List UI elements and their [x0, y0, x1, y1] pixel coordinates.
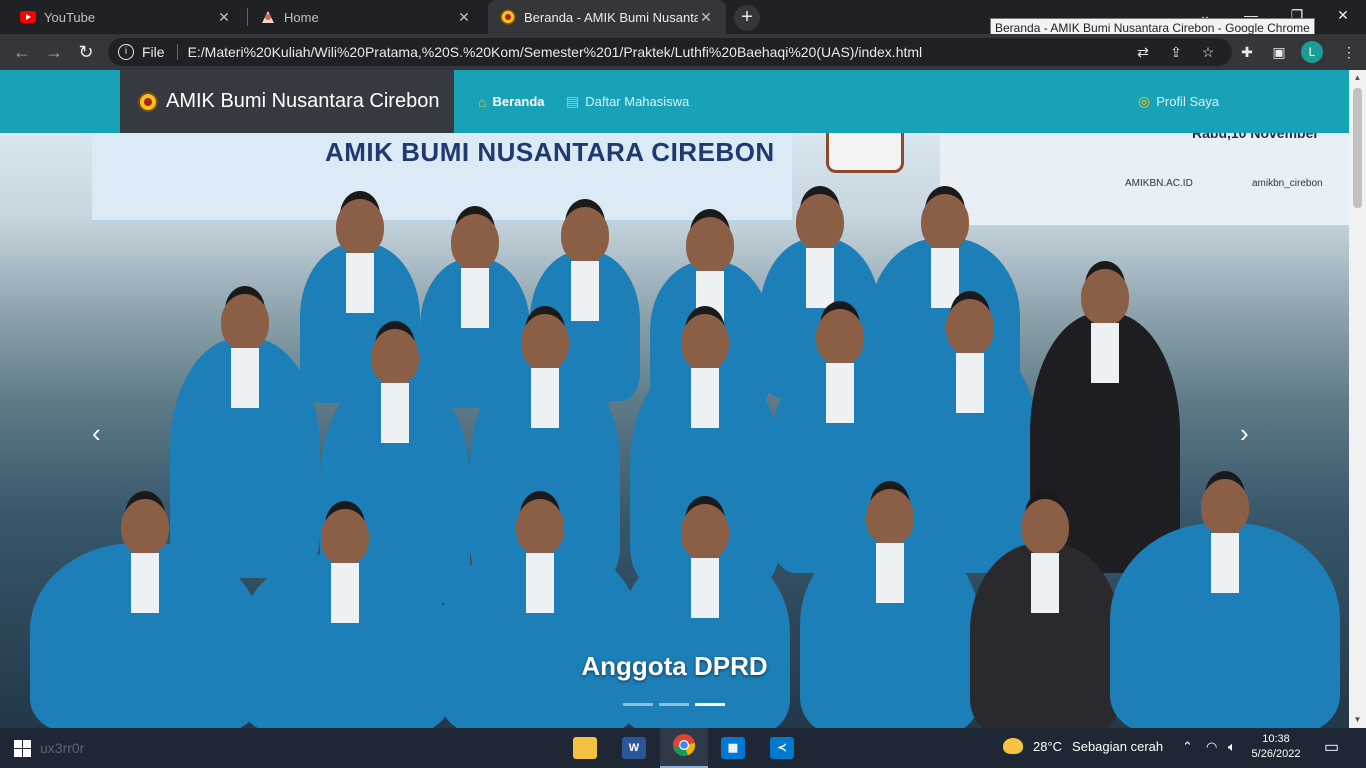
group-photo: AMIK BUMI NUSANTARA CIREBON Rabu,10 Nove… — [0, 133, 1349, 728]
menu-dots-icon[interactable]: ⋮ — [1340, 43, 1358, 61]
chevron-up-icon[interactable]: ⌃ — [1182, 739, 1193, 755]
amik-favicon — [500, 9, 516, 25]
site-brand[interactable]: AMIK Bumi Nusantara Cirebon — [120, 70, 454, 133]
info-icon[interactable]: i — [118, 44, 134, 60]
profile-avatar[interactable]: L — [1301, 41, 1323, 63]
photo-banner-right: Rabu,10 November AMIKBN.AC.ID amikbn_cir… — [940, 133, 1349, 225]
carousel-indicators — [623, 703, 725, 706]
carousel-indicator[interactable] — [659, 703, 689, 706]
nav-daftar-mahasiswa[interactable]: ▤ Daftar Mahasiswa — [566, 70, 689, 133]
volume-icon[interactable]: 🔈︎ — [1228, 739, 1236, 755]
tab-strip: YouTube ✕ Home ✕ Beranda - AMIK Bumi Nus… — [0, 0, 1366, 38]
side-panel-icon[interactable]: ▣ — [1270, 43, 1288, 61]
new-tab-button[interactable]: + — [734, 5, 760, 31]
tab-beranda[interactable]: Beranda - AMIK Bumi Nusantara Cirebon ✕ — [488, 0, 726, 34]
photo-banner: AMIK BUMI NUSANTARA CIREBON — [92, 133, 792, 223]
student-figure — [620, 504, 790, 728]
amik-logo-icon — [138, 91, 158, 112]
nav-label: Beranda — [492, 94, 545, 109]
carousel-caption: Anggota DPRD — [581, 651, 768, 681]
tab-title: Home — [284, 9, 319, 25]
reload-icon[interactable]: ↻ — [74, 40, 98, 64]
nav-label: Profil Saya — [1156, 94, 1220, 109]
wifi-icon[interactable]: ◠ — [1206, 739, 1217, 755]
partly-sunny-icon — [1003, 738, 1023, 754]
clock-date: 5/26/2022 — [1251, 748, 1301, 760]
banner-date: Rabu,10 November — [1192, 133, 1319, 141]
tab-home[interactable]: Home ✕ — [248, 0, 484, 34]
share-icon[interactable]: ⇪ — [1167, 43, 1185, 61]
carousel-prev-icon[interactable]: ‹ — [92, 418, 101, 449]
tab-title: YouTube — [44, 9, 96, 25]
word-icon: W — [622, 737, 646, 759]
youtube-icon — [20, 9, 36, 25]
vscode-icon: ≺ — [770, 737, 794, 759]
taskbar-file-explorer[interactable] — [561, 728, 609, 768]
wall-clock — [826, 133, 904, 173]
carousel-indicator[interactable] — [623, 703, 653, 706]
clock-time: 10:38 — [1262, 733, 1290, 745]
windows-start-icon[interactable] — [14, 740, 31, 757]
page-viewport: AMIK Bumi Nusantara Cirebon ⌂ Beranda ▤ … — [0, 70, 1366, 728]
user-circle-icon: ◎ — [1138, 93, 1151, 109]
banner-text: AMIK BUMI NUSANTARA CIREBON — [325, 137, 775, 167]
chrome-icon — [672, 733, 696, 762]
nav-label: Daftar Mahasiswa — [585, 94, 690, 109]
banner-ig: amikbn_cirebon — [1252, 178, 1323, 189]
address-separator — [176, 44, 178, 60]
translate-icon[interactable]: ⇄ — [1134, 43, 1152, 61]
scheme-label: File — [142, 44, 165, 60]
carousel-next-icon[interactable]: › — [1240, 418, 1249, 449]
notification-icon[interactable]: ▭ — [1324, 737, 1339, 757]
address-bar[interactable]: i File E:/Materi%20Kuliah/Wili%20Pratama… — [108, 38, 1232, 66]
close-tab-icon[interactable]: ✕ — [698, 9, 714, 26]
tab-title: Beranda - AMIK Bumi Nusantara Cirebon — [524, 9, 698, 25]
nav-profil-saya[interactable]: ◎ Profil Saya — [1138, 70, 1219, 133]
home-favicon — [260, 9, 276, 25]
banner-web: AMIKBN.AC.ID — [1125, 178, 1193, 189]
weather-desc: Sebagian cerah — [1072, 738, 1164, 754]
close-tab-icon[interactable]: ✕ — [456, 9, 472, 26]
hero-carousel: AMIK BUMI NUSANTARA CIREBON Rabu,10 Nove… — [0, 133, 1349, 728]
bookmark-star-icon[interactable]: ☆ — [1199, 43, 1217, 61]
scroll-down-icon[interactable]: ▼ — [1349, 712, 1366, 728]
close-tab-icon[interactable]: ✕ — [216, 9, 232, 26]
student-figure — [970, 499, 1120, 728]
page-scrollbar[interactable]: ▲ ▼ — [1349, 70, 1366, 728]
brand-name: AMIK Bumi Nusantara Cirebon — [166, 90, 440, 112]
student-figure — [240, 509, 450, 728]
taskbar-vscode[interactable]: ≺ — [758, 728, 806, 768]
taskbar-chrome[interactable] — [660, 728, 708, 768]
url-text[interactable]: E:/Materi%20Kuliah/Wili%20Pratama,%20S.%… — [188, 44, 923, 60]
student-figure — [440, 499, 640, 728]
back-arrow-icon[interactable]: ← — [10, 40, 34, 64]
home-icon: ⌂ — [478, 93, 487, 110]
student-figure — [800, 489, 980, 728]
scroll-up-icon[interactable]: ▲ — [1349, 70, 1366, 86]
browser-toolbar: ← → ↻ i File E:/Materi%20Kuliah/Wili%20P… — [0, 34, 1366, 70]
site-navbar: AMIK Bumi Nusantara Cirebon ⌂ Beranda ▤ … — [0, 70, 1349, 133]
weather-temp: 28°C — [1033, 738, 1063, 754]
store-icon: ▦ — [721, 737, 745, 759]
taskbar-store[interactable]: ▦ — [709, 728, 757, 768]
taskbar-word[interactable]: W — [610, 728, 658, 768]
student-figure — [30, 499, 260, 728]
student-figure — [1110, 479, 1340, 728]
taskbar-search-ghost: ux3rr0r — [40, 740, 85, 756]
folder-icon — [573, 737, 597, 759]
scroll-thumb[interactable] — [1353, 88, 1362, 208]
nav-beranda[interactable]: ⌂ Beranda — [478, 70, 545, 133]
carousel-indicator[interactable] — [695, 703, 725, 706]
close-window-button[interactable]: ✕ — [1320, 0, 1366, 30]
forward-arrow-icon[interactable]: → — [42, 40, 66, 64]
id-card-icon: ▤ — [566, 93, 580, 109]
extensions-icon[interactable]: ✚ — [1238, 43, 1256, 61]
taskbar-clock[interactable]: 10:38 5/26/2022 — [1240, 732, 1312, 762]
windows-taskbar: ux3rr0r W ▦ ≺ 28°C Sebagian cerah ⌃ ◠ 🔈︎… — [0, 728, 1366, 768]
student-figure — [170, 294, 320, 578]
weather-widget[interactable]: 28°C Sebagian cerah — [1003, 738, 1163, 754]
tab-youtube[interactable]: YouTube ✕ — [8, 0, 244, 34]
